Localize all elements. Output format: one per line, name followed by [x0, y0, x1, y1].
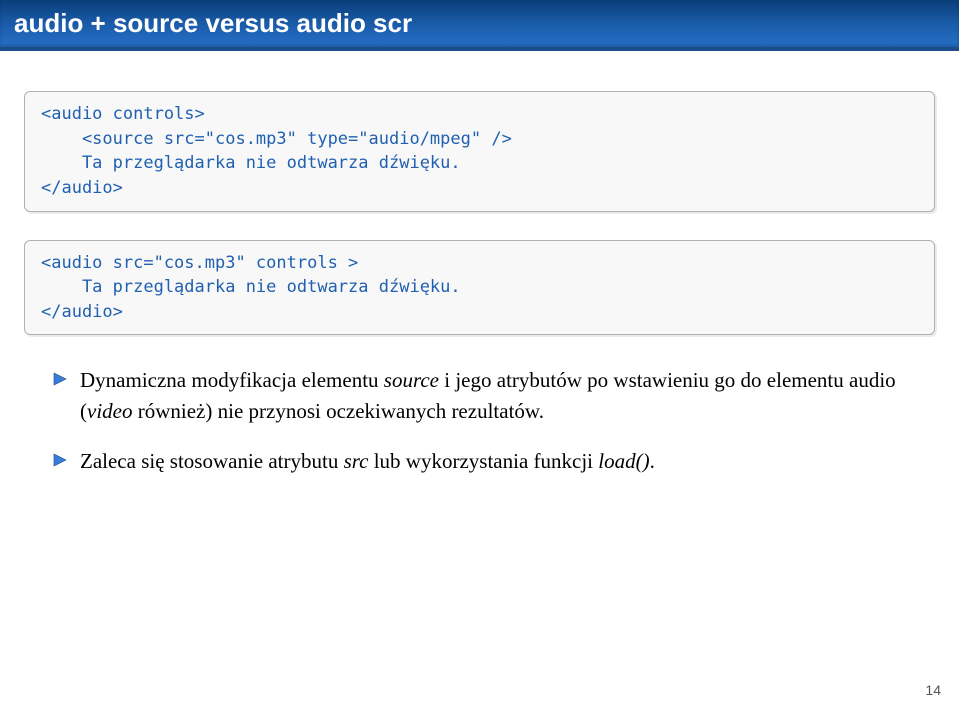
code-line: Ta przeglądarka nie odtwarza dźwięku.: [41, 277, 461, 297]
bullet-item-2: Zaleca się stosowanie atrybutu src lub w…: [52, 446, 935, 476]
code-line: <audio controls>: [41, 104, 205, 124]
text-part: Zaleca się stosowanie atrybutu: [80, 449, 344, 473]
triangle-bullet-icon: [52, 452, 68, 468]
italic-text: src: [344, 449, 369, 473]
text-part: .: [650, 449, 655, 473]
text-part: Dynamiczna modyfikacja elementu: [80, 368, 384, 392]
bullet-text: Zaleca się stosowanie atrybutu src lub w…: [80, 446, 935, 476]
text-part: lub wykorzystania funkcji: [368, 449, 598, 473]
code-line: <audio src="cos.mp3" controls >: [41, 253, 358, 273]
bullet-list: Dynamiczna modyfikacja elementu source i…: [24, 365, 935, 476]
code-line: </audio>: [41, 302, 123, 322]
slide-title: audio + source versus audio scr: [14, 8, 945, 39]
code-line: Ta przeglądarka nie odtwarza dźwięku.: [41, 153, 461, 173]
italic-text: source: [384, 368, 439, 392]
text-part: również) nie przynosi oczekiwanych rezul…: [132, 399, 543, 423]
code-line: <source src="cos.mp3" type="audio/mpeg" …: [41, 129, 512, 149]
bullet-text: Dynamiczna modyfikacja elementu source i…: [80, 365, 935, 426]
bullet-item-1: Dynamiczna modyfikacja elementu source i…: [52, 365, 935, 426]
page-number: 14: [925, 682, 941, 698]
code-block-1: <audio controls> <source src="cos.mp3" t…: [24, 91, 935, 212]
code-line: </audio>: [41, 178, 123, 198]
slide-content: <audio controls> <source src="cos.mp3" t…: [0, 51, 959, 517]
italic-text: load(): [598, 449, 649, 473]
italic-text: video: [87, 399, 132, 423]
slide-header: audio + source versus audio scr: [0, 0, 959, 51]
triangle-bullet-icon: [52, 371, 68, 387]
code-block-2: <audio src="cos.mp3" controls > Ta przeg…: [24, 240, 935, 336]
